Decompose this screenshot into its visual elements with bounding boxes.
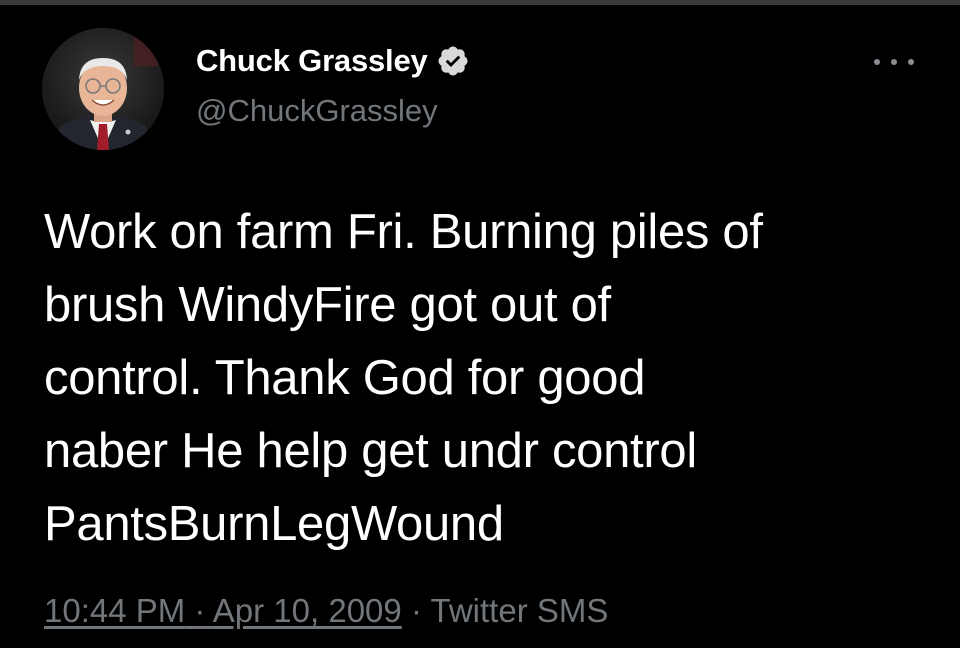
author-name-row: Chuck Grassley <box>196 40 470 82</box>
meta-separator: · <box>194 592 206 629</box>
more-dot <box>891 59 897 65</box>
avatar[interactable] <box>42 28 164 150</box>
display-name[interactable]: Chuck Grassley <box>196 43 428 79</box>
handle[interactable]: @ChuckGrassley <box>196 93 438 129</box>
tweet-text: Work on farm Fri. Burning piles of brush… <box>44 205 763 551</box>
tweet-time: 10:44 PM <box>44 592 186 629</box>
meta-separator: · <box>410 592 422 629</box>
more-dot <box>874 59 880 65</box>
more-dot <box>908 59 914 65</box>
tweet-time-link[interactable]: 10:44 PM · Apr 10, 2009 <box>44 592 402 629</box>
tweet-date: Apr 10, 2009 <box>212 592 402 629</box>
verified-badge-icon <box>436 44 470 78</box>
tweet: Chuck Grassley @ChuckGrassley Work on fa… <box>0 0 960 648</box>
tweet-source[interactable]: Twitter SMS <box>431 592 609 629</box>
more-options-icon[interactable] <box>874 50 914 74</box>
tweet-meta: 10:44 PM · Apr 10, 2009 · Twitter SMS <box>44 592 608 630</box>
profile-photo <box>42 28 164 150</box>
